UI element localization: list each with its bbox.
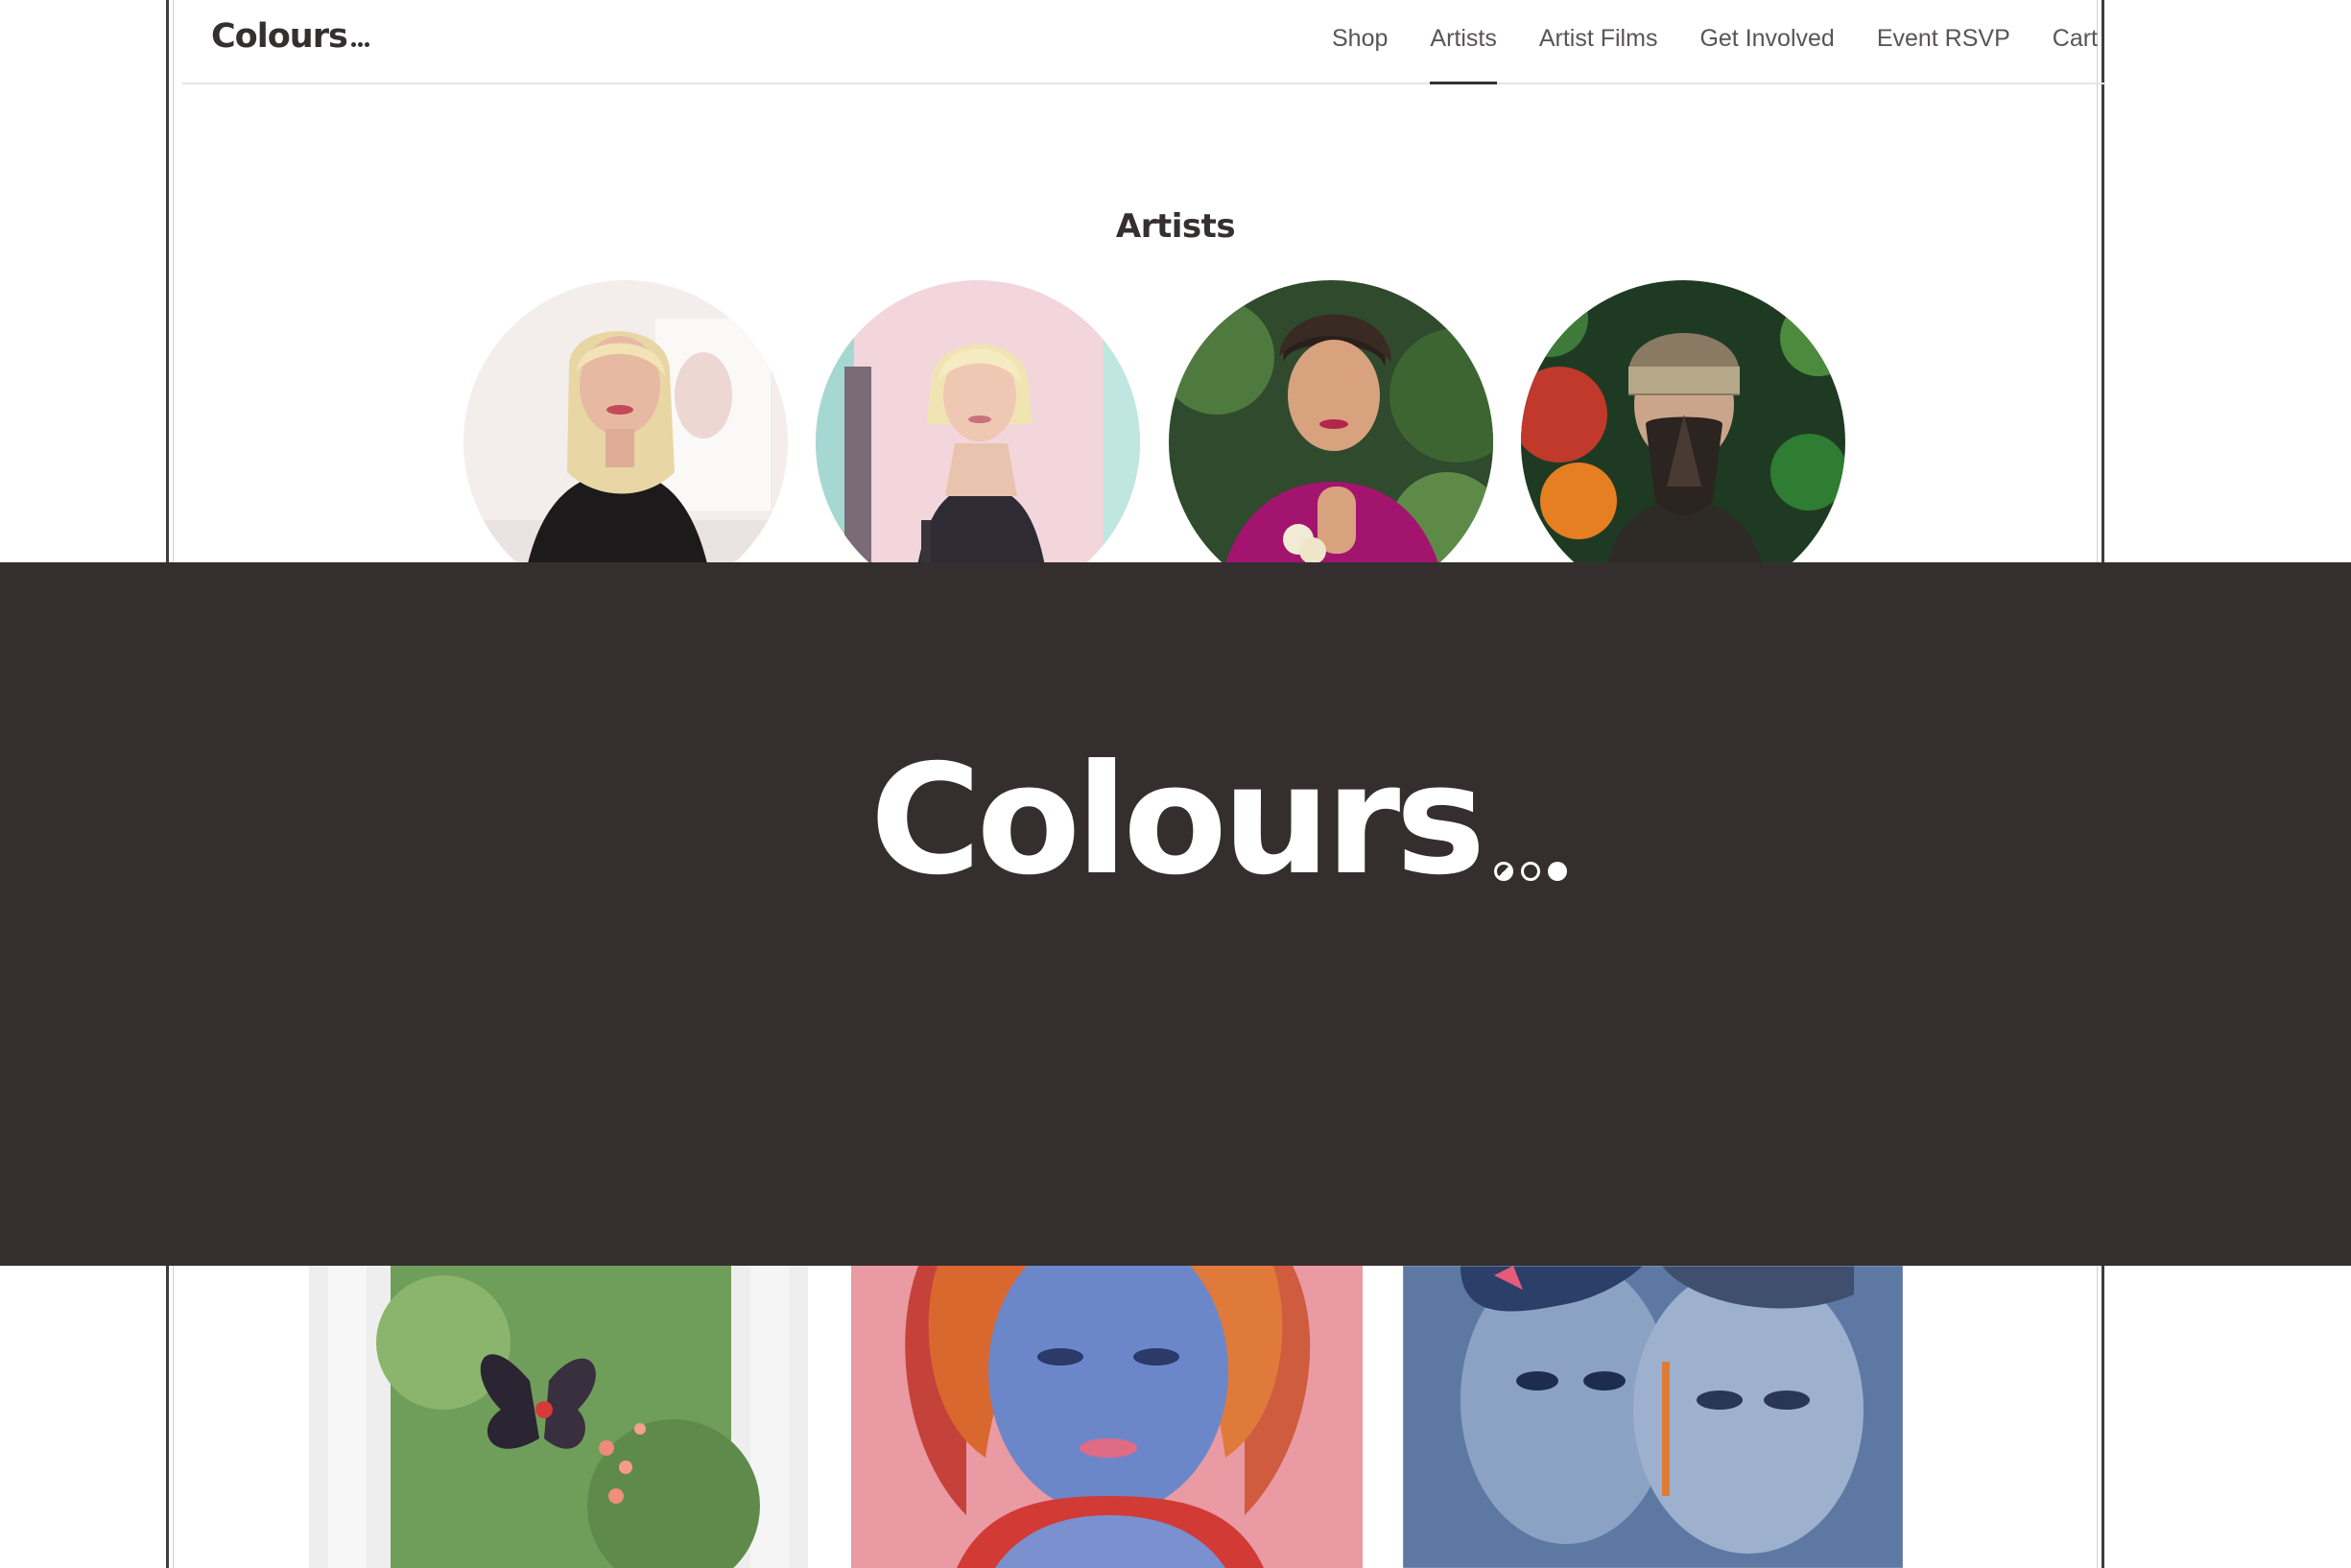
logo-dots-icon (349, 17, 369, 56)
artwork-image-1 (309, 1266, 808, 1568)
artist-list (463, 280, 1845, 606)
artwork-card-3[interactable] (1403, 1266, 1903, 1568)
loading-overlay: Colours (0, 562, 2351, 1266)
site-logo[interactable]: Colours (211, 17, 369, 56)
artist-photo-3 (1169, 280, 1493, 605)
site-header: Colours Shop Artists Artist Films Get In… (182, 0, 2105, 84)
artwork-image-3 (1403, 1266, 1903, 1568)
loader-dot-half-icon (1494, 862, 1514, 881)
loader-dot-ring-icon (1521, 862, 1541, 881)
overlay-brand: Colours (870, 745, 1568, 896)
artist-portrait-4[interactable] (1521, 280, 1845, 605)
page: Colours Shop Artists Artist Films Get In… (0, 0, 2351, 1568)
artist-photo-4 (1521, 280, 1845, 605)
nav-shop[interactable]: Shop (1332, 0, 1388, 58)
overlay-logo: Colours (0, 745, 2351, 896)
artist-photo-2 (816, 280, 1140, 605)
artist-portrait-1[interactable] (463, 280, 788, 605)
page-title: Artists (1115, 207, 1236, 246)
artwork-card-1[interactable] (309, 1266, 808, 1568)
artist-photo-1 (463, 280, 788, 605)
artwork-card-2[interactable] (851, 1266, 1363, 1568)
main-nav: Shop Artists Artist Films Get Involved E… (1290, 0, 2098, 84)
nav-artist-films[interactable]: Artist Films (1539, 0, 1658, 58)
nav-artists[interactable]: Artists (1430, 0, 1498, 84)
artist-portrait-2[interactable] (816, 280, 1140, 605)
site-logo-text: Colours (211, 17, 348, 56)
loader-dots-icon (1494, 862, 1568, 881)
nav-event-rsvp[interactable]: Event RSVP (1877, 0, 2010, 58)
loader-dot-full-icon (1548, 862, 1568, 881)
nav-get-involved[interactable]: Get Involved (1699, 0, 1834, 58)
artwork-image-2 (851, 1266, 1363, 1568)
artist-portrait-3[interactable] (1169, 280, 1493, 605)
nav-cart[interactable]: Cart (2053, 0, 2098, 58)
overlay-logo-text: Colours (869, 732, 1486, 909)
